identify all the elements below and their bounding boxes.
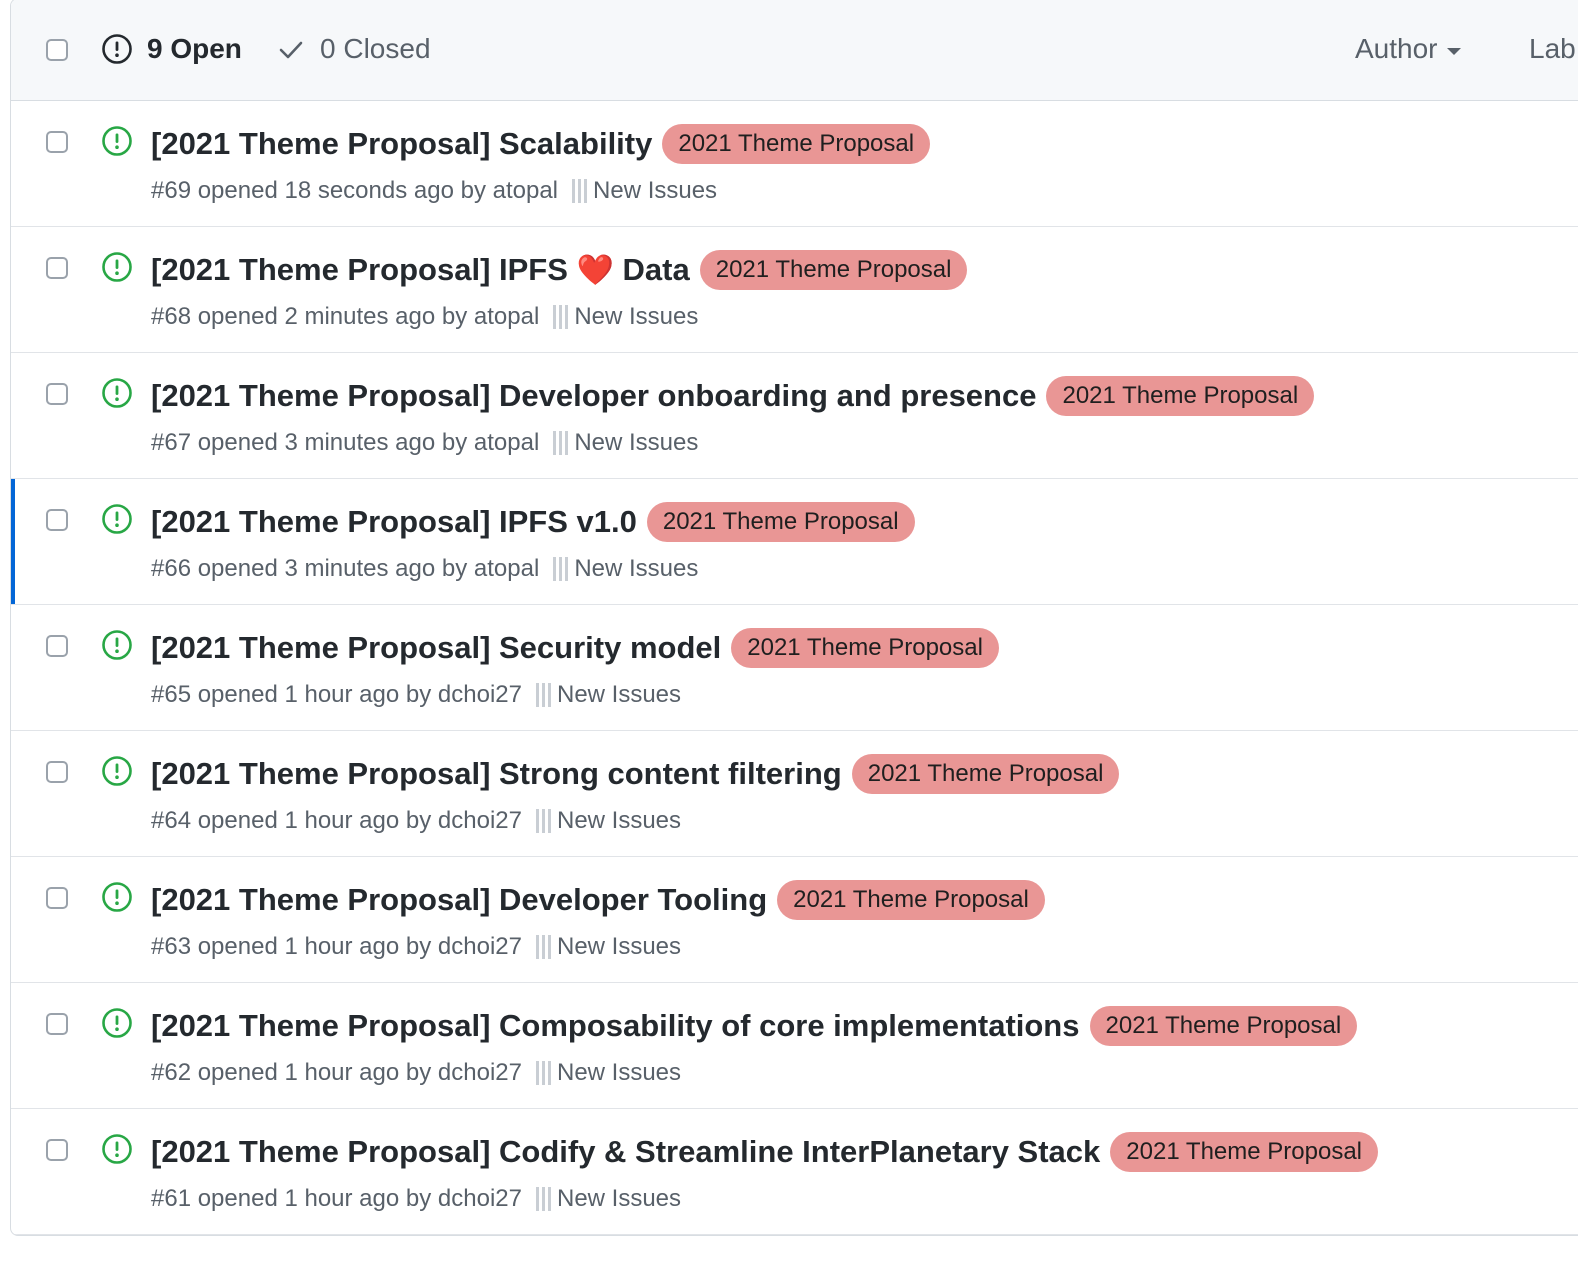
- issue-project-link[interactable]: New Issues: [593, 177, 717, 205]
- issue-meta: #67 opened 3 minutes ago by atopal: [151, 429, 540, 456]
- issues-list-header: 9 Open 0 Closed Author Lab: [11, 0, 1578, 101]
- issue-label[interactable]: 2021 Theme Proposal: [1110, 1132, 1378, 1172]
- closed-issues-tab[interactable]: 0 Closed: [276, 25, 431, 73]
- issue-label[interactable]: 2021 Theme Proposal: [646, 502, 915, 542]
- issue-meta: #64 opened 1 hour ago by dchoi27: [151, 807, 522, 834]
- author-filter[interactable]: Author: [1355, 25, 1461, 73]
- issue-project-link[interactable]: New Issues: [574, 555, 698, 583]
- heart-emoji: ❤️: [576, 254, 614, 287]
- issue-title-link[interactable]: [2021 Theme Proposal] IPFS v1.0: [151, 504, 637, 540]
- issue-title: [2021 Theme Proposal] Composability of c…: [151, 1008, 1080, 1043]
- issue-opened-icon: [102, 34, 132, 64]
- issue-title: [2021 Theme Proposal] Strong content fil…: [151, 756, 842, 791]
- issue-checkbox[interactable]: [46, 509, 68, 531]
- issue-title: [2021 Theme Proposal] Developer Tooling: [151, 882, 768, 917]
- issue-meta: #61 opened 1 hour ago by dchoi27: [151, 1185, 522, 1212]
- issue-opened-icon: [102, 882, 132, 912]
- issue-opened-icon: [102, 756, 132, 786]
- issue-label[interactable]: 2021 Theme Proposal: [1089, 1006, 1358, 1046]
- issue-opened-icon: [102, 126, 132, 156]
- closed-count: 0 Closed: [320, 33, 431, 64]
- issue-checkbox[interactable]: [46, 1013, 68, 1035]
- issue-title-link[interactable]: [2021 Theme Proposal] Composability of c…: [151, 1008, 1080, 1044]
- open-issues-tab[interactable]: 9 Open: [101, 25, 242, 73]
- project-icon: [572, 179, 588, 203]
- labels-filter-label: Lab: [1529, 33, 1576, 64]
- issue-label[interactable]: 2021 Theme Proposal: [699, 250, 968, 290]
- issue-meta: #63 opened 1 hour ago by dchoi27: [151, 933, 522, 960]
- issue-title: [2021 Theme Proposal] Developer onboardi…: [151, 378, 1037, 413]
- issue-row[interactable]: [2021 Theme Proposal] Scalability 2021 T…: [11, 101, 1578, 227]
- author-filter-label: Author: [1355, 33, 1438, 64]
- project-icon: [535, 683, 551, 707]
- issue-checkbox[interactable]: [46, 131, 68, 153]
- project-icon: [535, 1187, 551, 1211]
- issue-meta: #68 opened 2 minutes ago by atopal: [151, 303, 540, 330]
- issue-meta: #66 opened 3 minutes ago by atopal: [151, 555, 540, 582]
- issue-title-link[interactable]: [2021 Theme Proposal] Security model: [151, 630, 721, 666]
- issue-title: [2021 Theme Proposal] Scalability: [151, 126, 653, 161]
- issue-label[interactable]: 2021 Theme Proposal: [777, 880, 1045, 920]
- issue-label[interactable]: 2021 Theme Proposal: [731, 628, 999, 668]
- issue-opened-icon: [102, 378, 132, 408]
- open-count: 9 Open: [147, 33, 242, 64]
- issue-row[interactable]: [2021 Theme Proposal] Security model 202…: [11, 605, 1578, 731]
- issue-project-link[interactable]: New Issues: [557, 681, 681, 709]
- issue-project-link[interactable]: New Issues: [557, 933, 681, 961]
- issue-opened-icon: [102, 504, 132, 534]
- chevron-down-icon: [1446, 47, 1461, 55]
- issue-title: [2021 Theme Proposal] Codify & Streamlin…: [151, 1134, 1101, 1169]
- issue-title: [2021 Theme Proposal] Security model: [151, 630, 722, 665]
- issue-project-link[interactable]: New Issues: [557, 807, 681, 835]
- issue-title-link[interactable]: [2021 Theme Proposal] Developer Tooling: [151, 882, 767, 918]
- issue-title-link[interactable]: [2021 Theme Proposal] Strong content fil…: [151, 756, 842, 792]
- issue-row[interactable]: [2021 Theme Proposal] IPFS v1.0 2021 The…: [11, 479, 1578, 605]
- issue-title-suffix: Data: [622, 252, 690, 287]
- select-all-checkbox[interactable]: [46, 39, 68, 61]
- issue-checkbox[interactable]: [46, 1139, 68, 1161]
- issue-title-link[interactable]: [2021 Theme Proposal] Codify & Streamlin…: [151, 1134, 1100, 1170]
- labels-filter[interactable]: Lab: [1529, 25, 1576, 73]
- issue-meta: #65 opened 1 hour ago by dchoi27: [151, 681, 522, 708]
- issue-project-link[interactable]: New Issues: [557, 1059, 681, 1087]
- issue-opened-icon: [102, 1134, 132, 1164]
- issue-label[interactable]: 2021 Theme Proposal: [851, 754, 1120, 794]
- project-icon: [553, 305, 569, 329]
- issue-row[interactable]: [2021 Theme Proposal] Developer onboardi…: [11, 353, 1578, 479]
- issue-title: [2021 Theme Proposal] IPFS v1.0: [151, 504, 637, 539]
- issues-list-box: 9 Open 0 Closed Author Lab [2021 Theme P…: [10, 0, 1578, 1236]
- issue-row[interactable]: [2021 Theme Proposal] Composability of c…: [11, 983, 1578, 1109]
- issue-checkbox[interactable]: [46, 887, 68, 909]
- issue-opened-icon: [102, 252, 132, 282]
- project-icon: [535, 935, 551, 959]
- issue-checkbox[interactable]: [46, 635, 68, 657]
- issue-title-link[interactable]: [2021 Theme Proposal] IPFS ❤️ Data: [151, 252, 690, 288]
- check-icon: [279, 41, 303, 59]
- issue-label[interactable]: 2021 Theme Proposal: [1046, 376, 1315, 416]
- issue-project-link[interactable]: New Issues: [557, 1185, 681, 1213]
- project-icon: [553, 431, 569, 455]
- issue-row[interactable]: [2021 Theme Proposal] IPFS ❤️ Data 2021 …: [11, 227, 1578, 353]
- issue-meta: #62 opened 1 hour ago by dchoi27: [151, 1059, 522, 1086]
- issue-checkbox[interactable]: [46, 257, 68, 279]
- project-icon: [553, 557, 569, 581]
- issue-row[interactable]: [2021 Theme Proposal] Developer Tooling …: [11, 857, 1578, 983]
- issue-project-link[interactable]: New Issues: [574, 429, 698, 457]
- project-icon: [535, 809, 551, 833]
- issue-label[interactable]: 2021 Theme Proposal: [662, 124, 931, 164]
- project-icon: [535, 1061, 551, 1085]
- issue-row[interactable]: [2021 Theme Proposal] Codify & Streamlin…: [11, 1109, 1578, 1235]
- issue-checkbox[interactable]: [46, 383, 68, 405]
- issue-title-link[interactable]: [2021 Theme Proposal] Scalability: [151, 126, 652, 162]
- issue-title-link[interactable]: [2021 Theme Proposal] Developer onboardi…: [151, 378, 1036, 414]
- issue-opened-icon: [102, 630, 132, 660]
- issue-checkbox[interactable]: [46, 761, 68, 783]
- issue-title: [2021 Theme Proposal] IPFS: [151, 252, 568, 287]
- issue-row[interactable]: [2021 Theme Proposal] Strong content fil…: [11, 731, 1578, 857]
- issue-project-link[interactable]: New Issues: [574, 303, 698, 331]
- issue-opened-icon: [102, 1008, 132, 1038]
- issue-meta: #69 opened 18 seconds ago by atopal: [151, 177, 559, 204]
